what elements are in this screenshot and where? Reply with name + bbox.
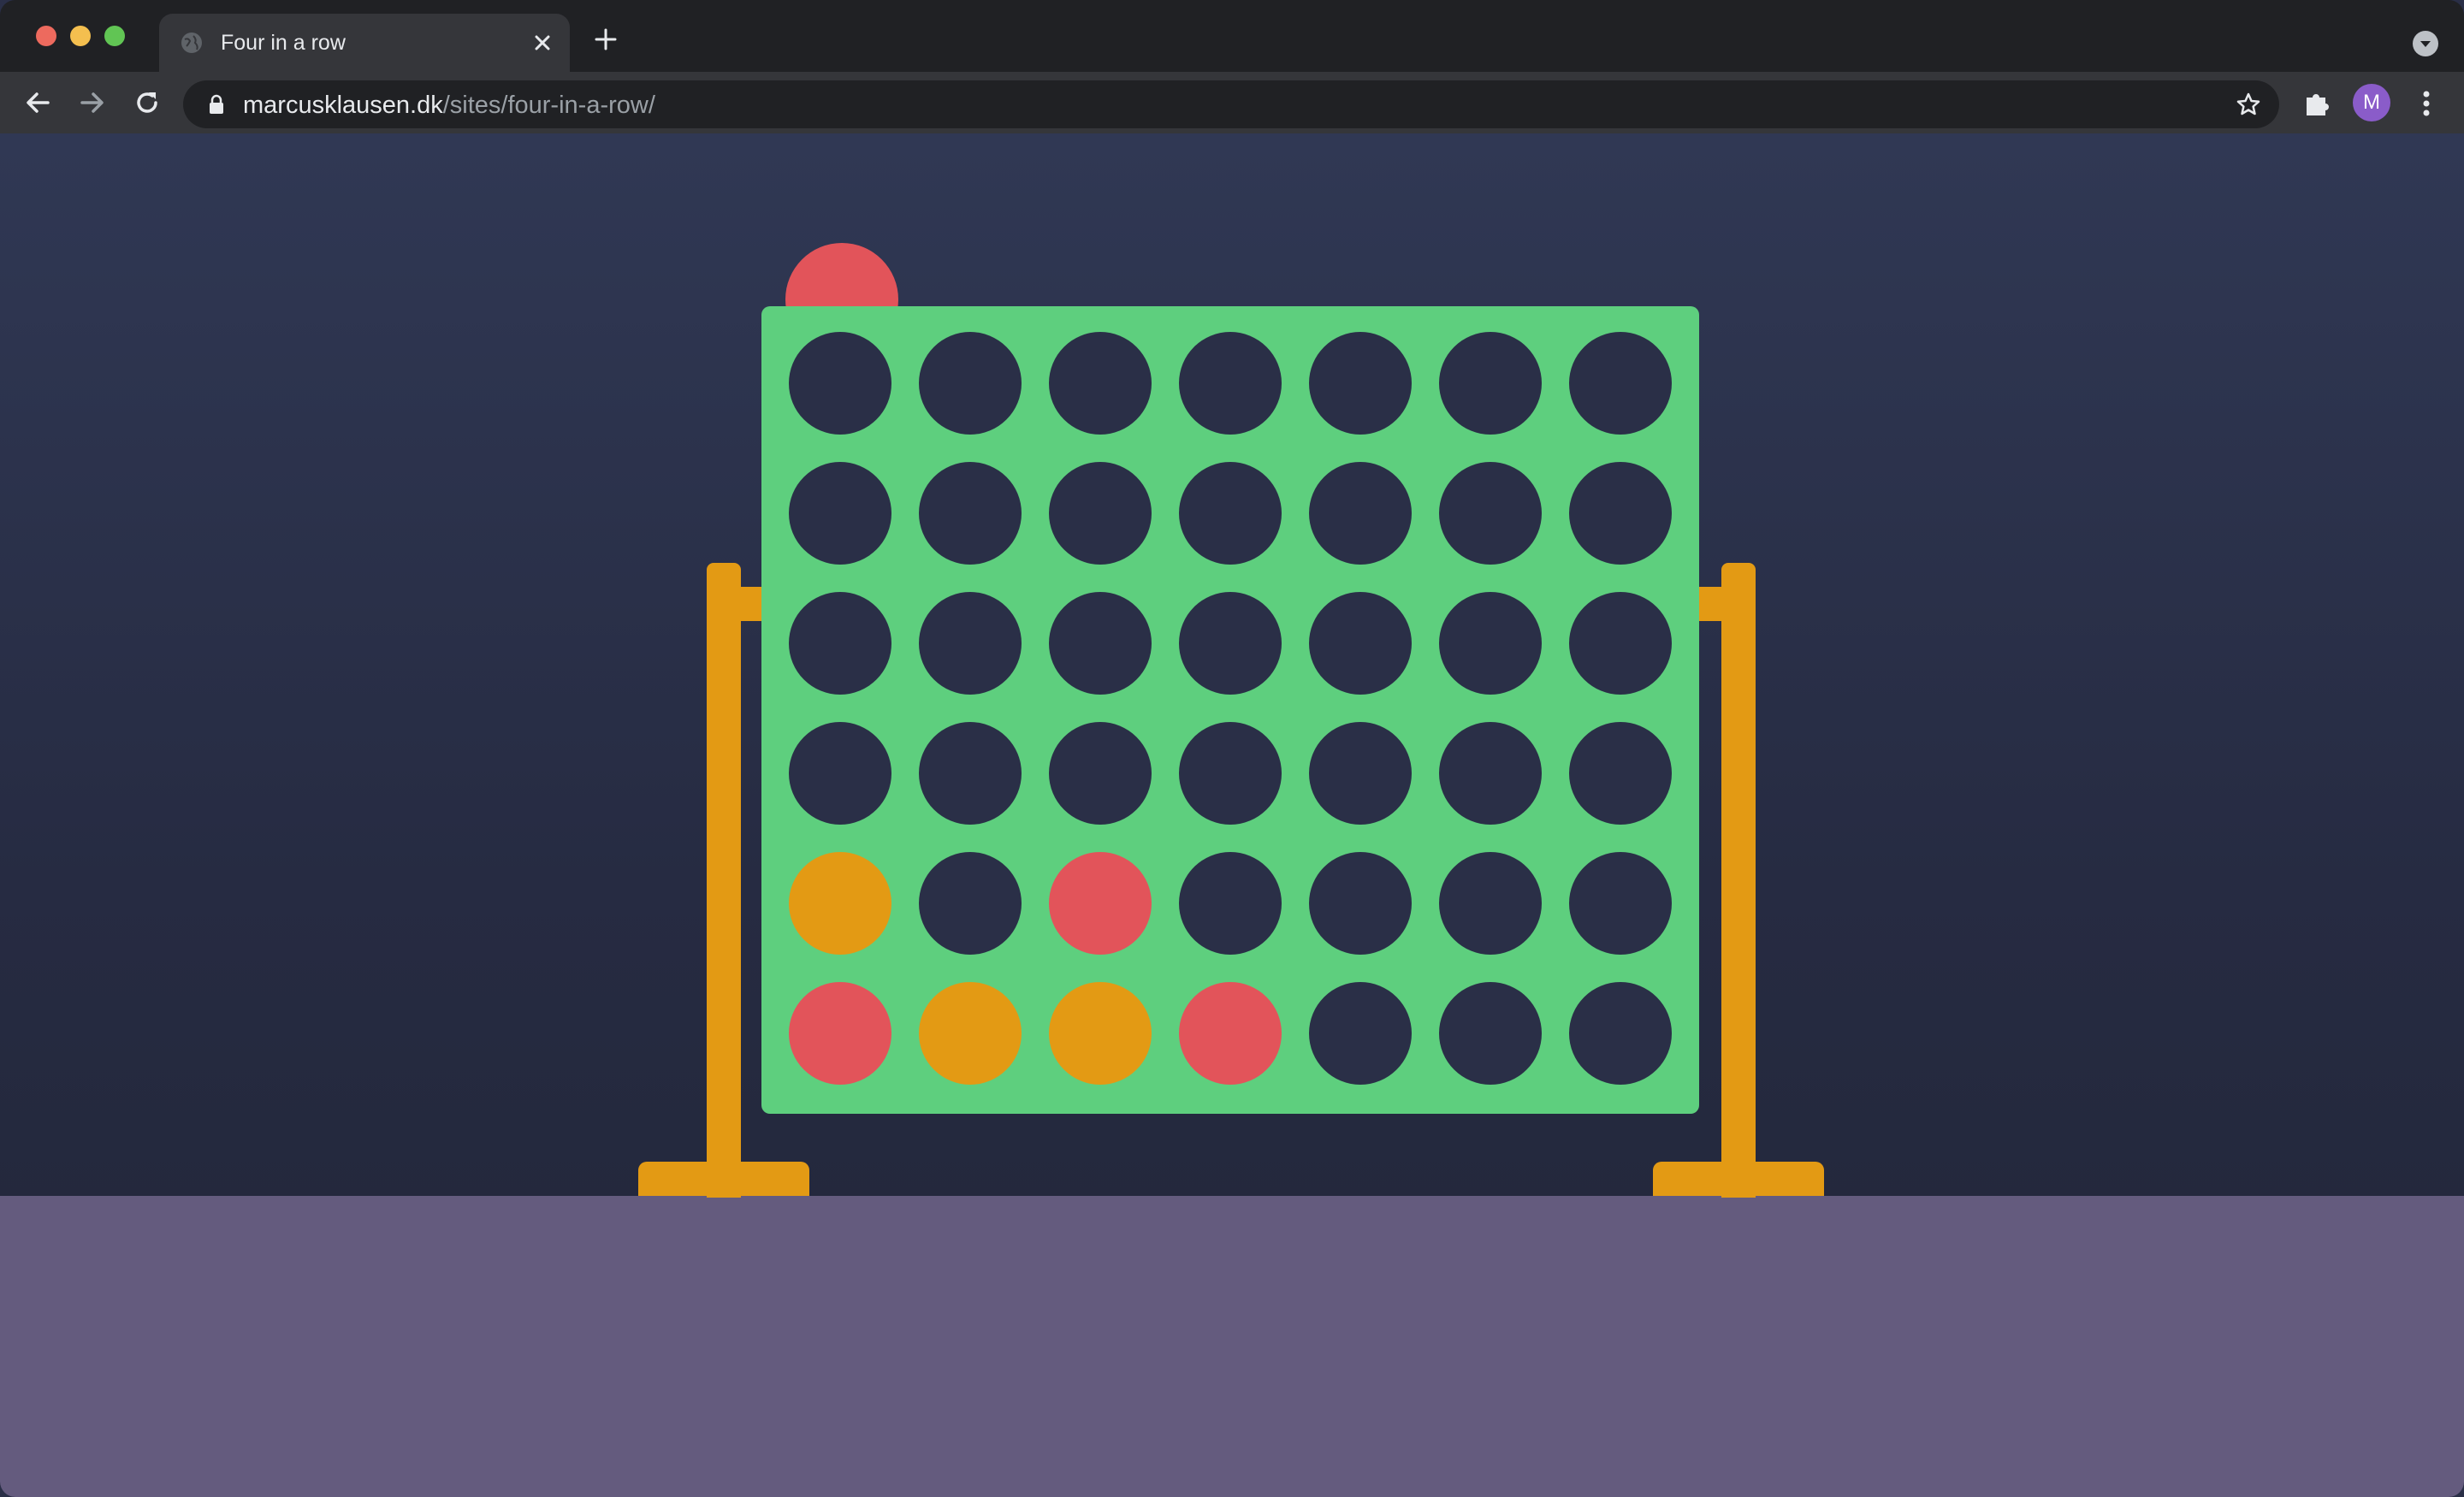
board-cell-r1-c6-empty[interactable] [1569, 462, 1672, 565]
board-cell-r4-c4-empty[interactable] [1309, 852, 1412, 955]
board-cell-r5-c4-empty[interactable] [1309, 982, 1412, 1085]
board-cell-r0-c4-empty[interactable] [1309, 332, 1412, 435]
left-stand-arm [736, 587, 765, 621]
close-tab-icon[interactable] [529, 29, 556, 56]
game-page [0, 133, 2464, 1497]
board-cell-r1-c4-empty[interactable] [1309, 462, 1412, 565]
board-cell-r2-c6-empty[interactable] [1569, 592, 1672, 695]
board-cell-r4-c5-empty[interactable] [1439, 852, 1542, 955]
lock-icon [210, 94, 223, 114]
left-stand-foot [638, 1162, 809, 1196]
board-cell-r3-c4-empty[interactable] [1309, 722, 1412, 825]
board-cell-r2-c1-empty[interactable] [919, 592, 1022, 695]
board-cell-r5-c1-yellow[interactable] [919, 982, 1022, 1085]
board-cell-r1-c1-empty[interactable] [919, 462, 1022, 565]
board-cell-r4-c1-empty[interactable] [919, 852, 1022, 955]
board-cell-r0-c6-empty[interactable] [1569, 332, 1672, 435]
tab-strip: Four in a row [0, 0, 2464, 72]
board-cell-r3-c6-empty[interactable] [1569, 722, 1672, 825]
board-cell-r0-c3-empty[interactable] [1179, 332, 1282, 435]
board-cell-r5-c0-red[interactable] [789, 982, 891, 1085]
board-cell-r4-c0-yellow[interactable] [789, 852, 891, 955]
board-cell-r2-c3-empty[interactable] [1179, 592, 1282, 695]
board-cell-r5-c3-red[interactable] [1179, 982, 1282, 1085]
tab-title: Four in a row [221, 31, 346, 55]
game-board[interactable] [761, 306, 1699, 1114]
bookmark-star-icon[interactable] [2235, 91, 2262, 118]
more-vert-icon[interactable] [2414, 87, 2438, 120]
reload-icon[interactable] [130, 86, 164, 120]
board-cell-r1-c3-empty[interactable] [1179, 462, 1282, 565]
board-cell-r0-c5-empty[interactable] [1439, 332, 1542, 435]
board-cell-r1-c5-empty[interactable] [1439, 462, 1542, 565]
right-stand-foot [1653, 1162, 1824, 1196]
board-cell-r3-c1-empty[interactable] [919, 722, 1022, 825]
close-window-button[interactable] [36, 26, 56, 46]
globe-icon [181, 33, 202, 53]
ground [0, 1196, 2464, 1497]
back-arrow-icon[interactable] [21, 86, 55, 120]
board-cell-r0-c0-empty[interactable] [789, 332, 891, 435]
toolbar: marcusklausen.dk/sites/four-in-a-row/ M [0, 72, 2464, 133]
new-tab-icon[interactable] [592, 26, 619, 53]
board-cell-r1-c0-empty[interactable] [789, 462, 891, 565]
board-cell-r2-c5-empty[interactable] [1439, 592, 1542, 695]
tab-search-button[interactable] [2413, 31, 2438, 56]
url-path: /sites/four-in-a-row/ [442, 92, 655, 119]
board-cell-r2-c2-empty[interactable] [1049, 592, 1152, 695]
url-text: marcusklausen.dk/sites/four-in-a-row/ [243, 92, 655, 120]
avatar[interactable]: M [2353, 84, 2390, 121]
board-cell-r0-c2-empty[interactable] [1049, 332, 1152, 435]
board-cell-r4-c2-red[interactable] [1049, 852, 1152, 955]
url-host: marcusklausen.dk [243, 92, 443, 119]
board-cell-r5-c2-yellow[interactable] [1049, 982, 1152, 1085]
tab-four-in-a-row[interactable]: Four in a row [159, 14, 570, 72]
board-cell-r2-c4-empty[interactable] [1309, 592, 1412, 695]
board-cell-r1-c2-empty[interactable] [1049, 462, 1152, 565]
puzzle-piece-icon[interactable] [2301, 87, 2334, 120]
chevron-down-icon [2420, 41, 2431, 47]
maximize-window-button[interactable] [104, 26, 125, 46]
board-cell-r4-c3-empty[interactable] [1179, 852, 1282, 955]
board-cell-r3-c3-empty[interactable] [1179, 722, 1282, 825]
board-cell-r0-c1-empty[interactable] [919, 332, 1022, 435]
board-cell-r3-c0-empty[interactable] [789, 722, 891, 825]
browser-window: Four in a row marcusklausen.dk/sites/fou… [0, 0, 2464, 1497]
minimize-window-button[interactable] [70, 26, 91, 46]
right-stand-post [1721, 563, 1756, 1198]
address-bar[interactable]: marcusklausen.dk/sites/four-in-a-row/ [183, 80, 2279, 128]
left-stand-post [707, 563, 741, 1198]
board-cell-r4-c6-empty[interactable] [1569, 852, 1672, 955]
board-cell-r3-c2-empty[interactable] [1049, 722, 1152, 825]
board-cell-r5-c5-empty[interactable] [1439, 982, 1542, 1085]
board-cell-r5-c6-empty[interactable] [1569, 982, 1672, 1085]
board-cell-r2-c0-empty[interactable] [789, 592, 891, 695]
right-stand-arm [1696, 587, 1725, 621]
board-cell-r3-c5-empty[interactable] [1439, 722, 1542, 825]
forward-arrow-icon[interactable] [75, 86, 110, 120]
